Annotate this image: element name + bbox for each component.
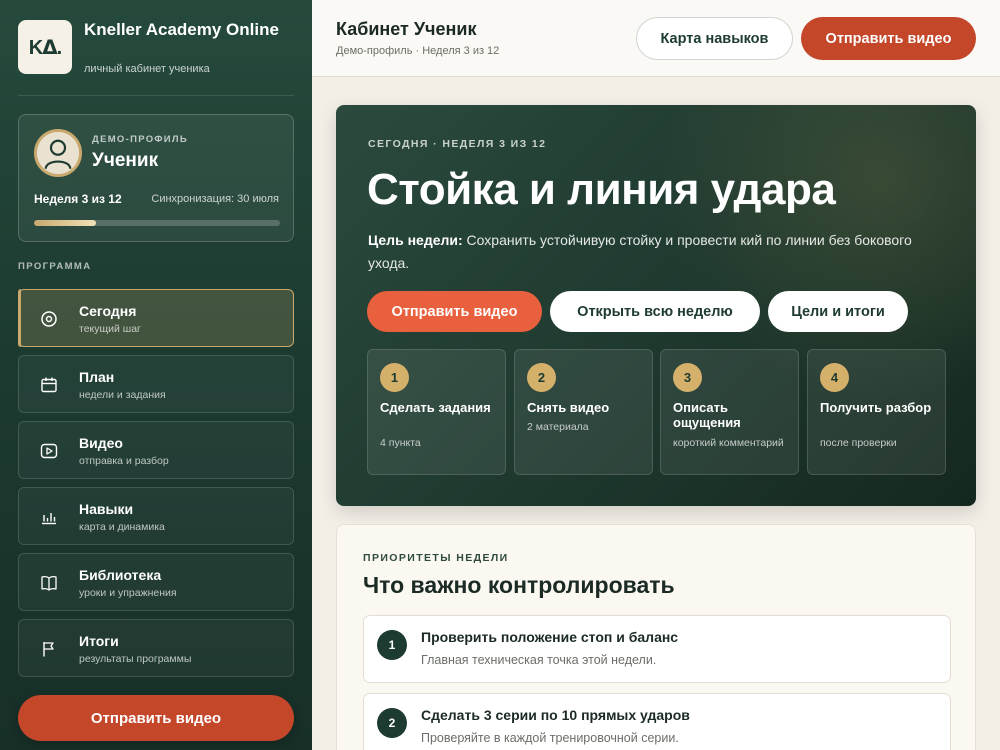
- hero-kicker: СЕГОДНЯ · НЕДЕЛЯ 3 ИЗ 12: [368, 138, 547, 150]
- priorities-title: Что важно контролировать: [363, 572, 675, 598]
- step-subtitle: после проверки: [820, 437, 897, 449]
- calendar-icon: [40, 376, 58, 394]
- priorities-kicker: ПРИОРИТЕТЫ НЕДЕЛИ: [363, 552, 509, 564]
- step-subtitle: короткий комментарий: [673, 437, 784, 449]
- page-title: Кабинет Ученик: [336, 19, 477, 39]
- sidebar-item-sublabel: карта и динамика: [79, 521, 165, 533]
- sidebar-item-sublabel: уроки и упражнения: [79, 587, 177, 599]
- step-title: Сделать задания: [380, 400, 491, 415]
- step-title: Описать ощущения: [673, 400, 741, 430]
- priority-title: Сделать 3 серии по 10 прямых ударов: [421, 707, 690, 723]
- sidebar-send-video-button[interactable]: Отправить видео: [18, 695, 294, 741]
- priority-description: Проверяйте в каждой тренировочной серии.: [421, 731, 679, 745]
- step-subtitle: 2 материала: [527, 421, 589, 433]
- priority-title: Проверить положение стоп и баланс: [421, 629, 679, 645]
- target-icon: [40, 310, 58, 328]
- step-title: Снять видео: [527, 400, 610, 415]
- user-icon: [37, 132, 79, 174]
- goals-results-button[interactable]: Цели и итоги: [768, 291, 908, 332]
- week-goal-label: Цель недели:: [368, 232, 463, 248]
- step-card[interactable]: 4 Получить разбор после проверки: [807, 349, 946, 475]
- step-number: 1: [380, 363, 409, 392]
- week-label: Неделя 3 из 12: [34, 192, 122, 206]
- profile-card: ДЕМО-ПРОФИЛЬ Ученик Неделя 3 из 12 Синхр…: [18, 114, 294, 242]
- sidebar-item-sublabel: отправка и разбор: [79, 455, 169, 467]
- brand-title: Kneller Academy Online: [84, 20, 279, 39]
- step-subtitle: 4 пункта: [380, 437, 421, 449]
- section-label: ПРОГРАММА: [18, 261, 92, 272]
- sidebar-item-label: Сегодня: [79, 303, 137, 319]
- send-video-button[interactable]: Отправить видео: [801, 17, 976, 60]
- sidebar-item-sublabel: недели и задания: [79, 389, 166, 401]
- program-progress-bar: [34, 220, 280, 226]
- sidebar-item-plan[interactable]: План недели и задания: [18, 355, 294, 413]
- flag-icon: [40, 640, 58, 658]
- sidebar-item-label: Навыки: [79, 501, 134, 517]
- hero-send-video-button[interactable]: Отправить видео: [367, 291, 542, 332]
- sidebar-item-label: Библиотека: [79, 567, 162, 583]
- book-icon: [40, 574, 58, 592]
- profile-name: Ученик: [92, 150, 159, 171]
- step-card[interactable]: 1 Сделать задания 4 пункта: [367, 349, 506, 475]
- step-card[interactable]: 3 Описать ощущения короткий комментарий: [660, 349, 799, 475]
- sync-status: Синхронизация: 30 июля: [151, 193, 279, 205]
- priority-description: Главная техническая точка этой недели.: [421, 653, 657, 667]
- sidebar-item-today[interactable]: Сегодня текущий шаг: [18, 289, 294, 347]
- priority-number: 1: [377, 630, 407, 660]
- page-subtitle: Демо-профиль · Неделя 3 из 12: [336, 45, 500, 57]
- priorities-card: ПРИОРИТЕТЫ НЕДЕЛИ Что важно контролирова…: [336, 524, 976, 750]
- step-card[interactable]: 2 Снять видео 2 материала: [514, 349, 653, 475]
- top-bar: Кабинет Ученик Демо-профиль · Неделя 3 и…: [312, 0, 1000, 77]
- priority-number: 2: [377, 708, 407, 738]
- step-number: 4: [820, 363, 849, 392]
- sidebar-item-sublabel: текущий шаг: [79, 323, 141, 335]
- step-number: 3: [673, 363, 702, 392]
- avatar: [34, 129, 82, 177]
- priority-item[interactable]: 1 Проверить положение стоп и баланс Глав…: [363, 615, 951, 683]
- play-icon: [40, 442, 58, 460]
- brand: Kᐃ. Kneller Academy Online личный кабине…: [18, 20, 294, 96]
- sidebar-item-label: План: [79, 369, 115, 385]
- sidebar-item-sublabel: результаты программы: [79, 653, 192, 665]
- sidebar-item-label: Итоги: [79, 633, 119, 649]
- sidebar-item-label: Видео: [79, 435, 123, 451]
- open-week-button[interactable]: Открыть всю неделю: [550, 291, 760, 332]
- hero-title: Стойка и линия удара: [367, 165, 836, 214]
- step-title: Получить разбор: [820, 400, 932, 415]
- week-goal: Цель недели: Сохранить устойчивую стойку…: [368, 229, 928, 275]
- step-number: 2: [527, 363, 556, 392]
- brand-logo[interactable]: Kᐃ.: [18, 20, 72, 74]
- priority-item[interactable]: 2 Сделать 3 серии по 10 прямых ударов Пр…: [363, 693, 951, 750]
- sidebar-item-video[interactable]: Видео отправка и разбор: [18, 421, 294, 479]
- sidebar-item-results[interactable]: Итоги результаты программы: [18, 619, 294, 677]
- bar-chart-icon: [40, 508, 58, 526]
- program-progress-fill: [34, 220, 96, 226]
- skills-map-button[interactable]: Карта навыков: [636, 17, 793, 60]
- sidebar-nav: Сегодня текущий шаг План недели и задани…: [18, 289, 294, 685]
- sidebar-item-skills[interactable]: Навыки карта и динамика: [18, 487, 294, 545]
- profile-kicker: ДЕМО-ПРОФИЛЬ: [92, 134, 189, 145]
- brand-subtitle: личный кабинет ученика: [84, 63, 210, 75]
- sidebar-item-library[interactable]: Библиотека уроки и упражнения: [18, 553, 294, 611]
- today-hero-card: СЕГОДНЯ · НЕДЕЛЯ 3 ИЗ 12 Стойка и линия …: [336, 105, 976, 506]
- sidebar: Kᐃ. Kneller Academy Online личный кабине…: [0, 0, 312, 750]
